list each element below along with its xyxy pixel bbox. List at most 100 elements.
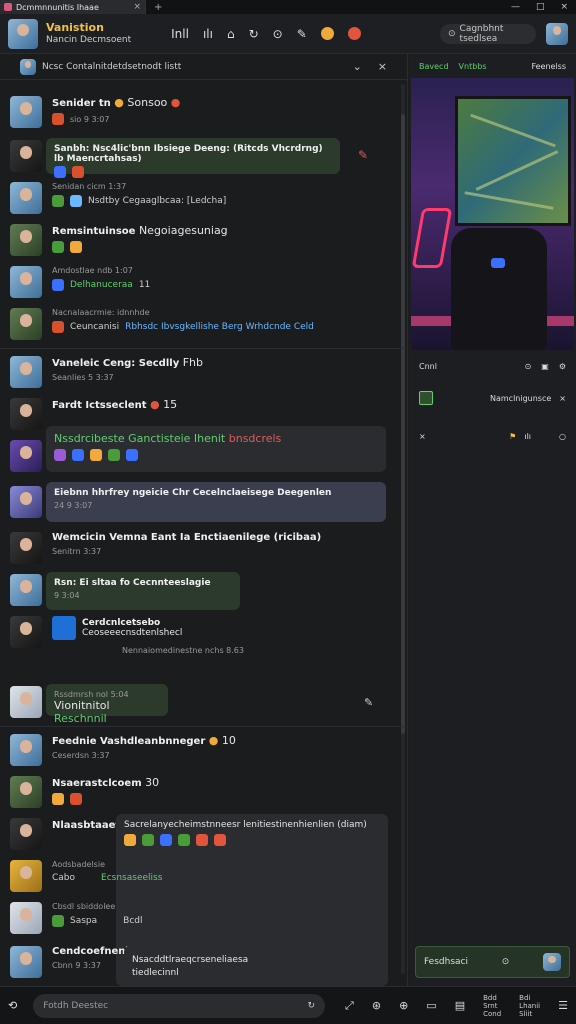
user-avatar[interactable] [546, 22, 568, 45]
tab-side-3[interactable]: Feenelss [531, 62, 566, 71]
message-bubble[interactable]: Rsn: Ei sltaa fo Cecnnteeslagie 9 3:04 [46, 572, 240, 610]
menu-icon[interactable]: ☰ [558, 999, 568, 1012]
message-bubble[interactable]: Nsacddtlraeqcrseneliaesa tiedlecinnl [124, 946, 296, 978]
avatar[interactable] [10, 616, 42, 648]
message-link[interactable]: Ecsnsaseeliss [101, 873, 162, 883]
list-item[interactable] [10, 574, 42, 606]
list-item[interactable]: Feednie Vashdleanbnneger ● 10 Ceserdsn 3… [10, 734, 236, 766]
message-author[interactable]: Nlaasbtaaeti [52, 820, 124, 831]
stream-video[interactable] [411, 78, 574, 350]
back-icon[interactable]: ⟲ [8, 999, 17, 1012]
avatar[interactable] [10, 902, 42, 934]
chat-scrollbar[interactable] [401, 84, 405, 974]
header-search[interactable]: ⊙ Cagnbhnt tsedlsea [440, 23, 536, 44]
list-item[interactable] [10, 440, 42, 472]
message-link[interactable]: Rbhsdc Ibvsgkellishe Berg Wrhdcnde Celd [125, 322, 314, 332]
file-icon[interactable]: ▤ [455, 999, 465, 1012]
avatar[interactable] [10, 96, 42, 128]
pin-icon[interactable]: ✎ [364, 696, 373, 709]
chevron-down-icon[interactable]: ⌄ [353, 60, 362, 73]
list-item[interactable]: Cbsdl sbiddolee Saspa Bcdl [10, 902, 143, 934]
home-icon[interactable]: ⌂ [227, 27, 235, 41]
list-item[interactable] [10, 140, 42, 172]
scrollbar-thumb[interactable] [401, 114, 405, 734]
attachment-icon[interactable] [52, 616, 76, 640]
avatar[interactable] [10, 308, 42, 340]
avatar[interactable] [10, 356, 42, 388]
message-author[interactable]: Fardt Ictsseclent [52, 400, 147, 411]
sticker-icon[interactable]: ⊕ [399, 999, 408, 1012]
video-icon[interactable]: ▭ [426, 999, 436, 1012]
expand-icon[interactable]: ⤢ [345, 999, 354, 1013]
avatar[interactable] [10, 398, 42, 430]
avatar[interactable] [10, 574, 42, 606]
flag-icon[interactable]: ⚑ [509, 432, 516, 441]
browser-tab[interactable]: Dcmmnnunitis Ihaae × [0, 0, 146, 14]
list-item[interactable]: Cerdcnlcetsebo Ceoseeecnsdtenlshecl Nenna… [10, 616, 244, 655]
status-icon[interactable]: ⊙ [273, 27, 283, 41]
message-bubble[interactable]: Sanbh: Nsc4lic'bnn Ibsiege Deeng: (Ritcd… [46, 138, 340, 178]
list-item[interactable]: Wemcicin Vemna Eant Ia Enctiaenilege (ri… [10, 532, 321, 564]
avatar[interactable] [10, 182, 42, 214]
close-icon[interactable]: × [559, 394, 566, 403]
list-item[interactable]: Senidan cicm 1:37 Nsdtby Cegaaglbcaa: [L… [10, 182, 226, 214]
refresh-icon[interactable]: ↻ [249, 27, 259, 41]
side-input-field[interactable]: Fesdhsaci ⊙ [415, 946, 570, 978]
message-bubble[interactable]: Rssdmrsh nol 5:04 Vionitnitol Reschnnil [46, 684, 168, 725]
list-item[interactable]: Nacnalaacrmie: idnnhde Ceuncanisi Rbhsdc … [10, 308, 314, 340]
server-avatar[interactable] [8, 18, 38, 49]
gif-icon[interactable]: ⊛ [372, 999, 381, 1012]
message-link[interactable]: Reschnnil [54, 712, 107, 725]
emoji-red-icon[interactable] [347, 27, 361, 40]
avatar[interactable] [10, 860, 42, 892]
new-tab-button[interactable]: + [154, 2, 162, 13]
message-author[interactable]: Remsintuinsoe [52, 226, 135, 237]
avatar[interactable] [543, 953, 561, 971]
settings-icon[interactable]: ⚙ [559, 362, 566, 371]
camera-icon[interactable]: ▣ [541, 362, 549, 371]
message-author[interactable]: Senider tn [52, 98, 111, 109]
message-author[interactable]: Vaneleic Ceng: Secdlly [52, 358, 179, 369]
minimize-button[interactable]: — [511, 2, 520, 12]
avatar[interactable] [10, 140, 42, 172]
search-icon[interactable]: ⊙ [525, 362, 532, 371]
message-bubble[interactable]: Eiebnn hhrfrey ngeicie Chr Cecelnclaeise… [46, 482, 386, 522]
list-item[interactable]: Nlaasbtaaeti [10, 818, 124, 850]
list-item[interactable]: Remsintuinsoe Negoiagesuniag [10, 224, 228, 256]
avatar[interactable] [10, 686, 42, 718]
list-item[interactable]: Nsaerastclcoem 30 [10, 776, 159, 808]
window-close-button[interactable]: × [560, 2, 568, 12]
avatar[interactable] [10, 440, 42, 472]
avatar[interactable] [10, 818, 42, 850]
emoji-icon[interactable] [320, 27, 334, 40]
message-author[interactable]: Feednie Vashdleanbnneger [52, 736, 205, 747]
avatar[interactable] [10, 946, 42, 978]
edit-icon[interactable]: ✎ [297, 27, 307, 41]
avatar[interactable] [10, 224, 42, 256]
list-item[interactable]: Amdostlae ndb 1:07 Delhanuceraa 11 [10, 266, 150, 298]
compose-input[interactable]: Fotdh Deestec ↻ [33, 993, 326, 1018]
close-icon[interactable]: × [378, 60, 387, 73]
search-icon[interactable]: ⊙ [502, 957, 510, 967]
pin-icon[interactable]: ✎ [358, 148, 368, 162]
maximize-button[interactable]: □ [536, 2, 545, 12]
message-author[interactable]: Nsaerastclcoem [52, 778, 142, 789]
close-icon[interactable]: × [419, 432, 426, 441]
avatar[interactable] [10, 734, 42, 766]
chat-bubble-icon[interactable]: ○ [559, 432, 566, 441]
list-item[interactable]: Senider tn ● Sonsoo ● sio 9 3:07 [10, 96, 180, 128]
message-author[interactable]: Wemcicin Vemna Eant Ia Enctiaenilege (ri… [52, 532, 321, 543]
message-bubble[interactable]: Nssdrcibeste Ganctisteie Ihenit bnsdcrel… [46, 426, 386, 472]
list-item[interactable] [10, 486, 42, 518]
signal-icon[interactable]: ılı [524, 432, 531, 441]
tab-side-1[interactable]: Bavecd [419, 62, 449, 71]
chart-icon[interactable]: ılı [203, 27, 213, 41]
tab-side-2[interactable]: Vntbbs [459, 62, 487, 71]
list-item[interactable]: Aodsbadelsie Cabo Ecsnsaseeliss [10, 860, 162, 892]
list-item[interactable] [10, 686, 42, 718]
list-item[interactable]: Vaneleic Ceng: Secdlly Fhb Seanlies 5 3:… [10, 356, 203, 388]
avatar[interactable] [10, 776, 42, 808]
avatar[interactable] [10, 486, 42, 518]
refresh-icon[interactable]: ↻ [308, 1001, 316, 1011]
avatar[interactable] [10, 532, 42, 564]
